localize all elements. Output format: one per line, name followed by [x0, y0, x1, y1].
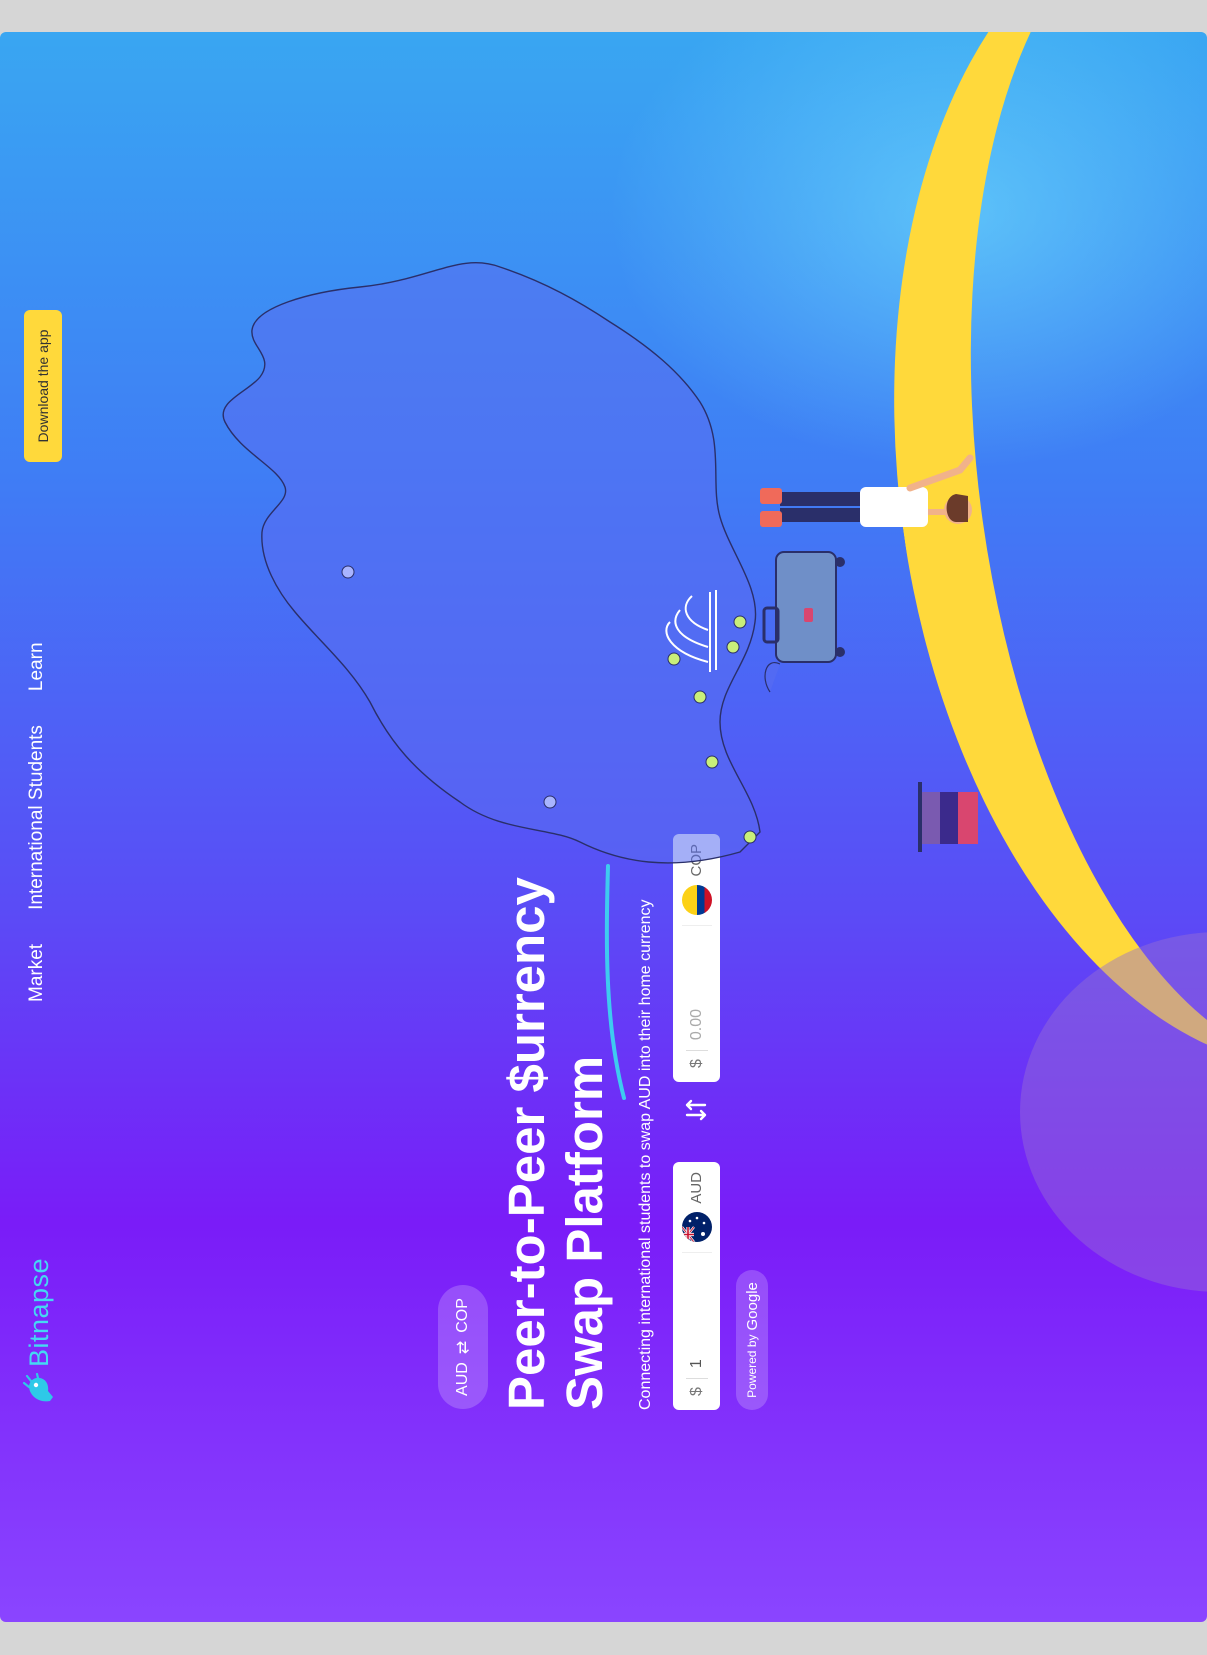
pair-to-currency: COP — [454, 1298, 471, 1333]
flag-stand-illustration — [918, 782, 978, 852]
nav-market[interactable]: Market — [26, 944, 48, 1002]
hero-title: Peer-to-Peer $urrency Swap Platform — [498, 870, 614, 1410]
from-currency-select[interactable]: AUD — [681, 1172, 712, 1253]
download-app-button[interactable]: Download the app — [24, 310, 62, 462]
page-content: Bitnapse Market International Students L… — [0, 32, 1207, 1622]
swap-arrows-icon: ⇄ — [455, 1340, 472, 1355]
australia-flag-icon — [681, 1211, 712, 1242]
hero-title-line1: Peer-to-Peer $urrency — [498, 877, 555, 1410]
swap-currencies-button[interactable] — [682, 1096, 710, 1124]
brand-logo[interactable]: Bitnapse — [22, 1258, 56, 1407]
currency-pair-chip[interactable]: AUD ⇄ COP — [438, 1285, 488, 1409]
nav-international-students[interactable]: International Students — [26, 725, 48, 910]
pair-from-currency: AUD — [454, 1362, 471, 1396]
brand-name: Bitnapse — [23, 1257, 54, 1367]
hero-background: Bitnapse Market International Students L… — [0, 32, 1207, 1622]
main-nav: Market International Students Learn — [26, 642, 48, 1002]
australia-map-illustration — [222, 261, 780, 864]
hero-subtitle: Connecting international students to swa… — [637, 899, 654, 1411]
hero-title-line2: Swap Platform — [556, 1055, 613, 1410]
from-amount-input[interactable] — [686, 1256, 707, 1371]
from-amount-field: $ AUD — [673, 1162, 720, 1410]
powered-by-google-badge: Powered by Google — [736, 1270, 768, 1410]
nav-learn[interactable]: Learn — [26, 642, 48, 691]
powered-by-label: Powered by — [745, 1334, 759, 1398]
divider — [685, 1050, 708, 1052]
divider — [685, 1378, 708, 1380]
swap-vertical-icon — [685, 1099, 707, 1121]
from-currency-code: AUD — [688, 1172, 705, 1204]
underline-swoosh-decoration — [604, 864, 626, 1100]
google-label: Google — [743, 1282, 761, 1331]
to-amount-input[interactable] — [686, 928, 707, 1043]
traveler-with-suitcase-illustration — [760, 454, 974, 663]
synapse-logo-icon — [22, 1373, 53, 1402]
from-dollar-prefix: $ — [687, 1387, 705, 1396]
to-dollar-prefix: $ — [687, 1059, 705, 1068]
